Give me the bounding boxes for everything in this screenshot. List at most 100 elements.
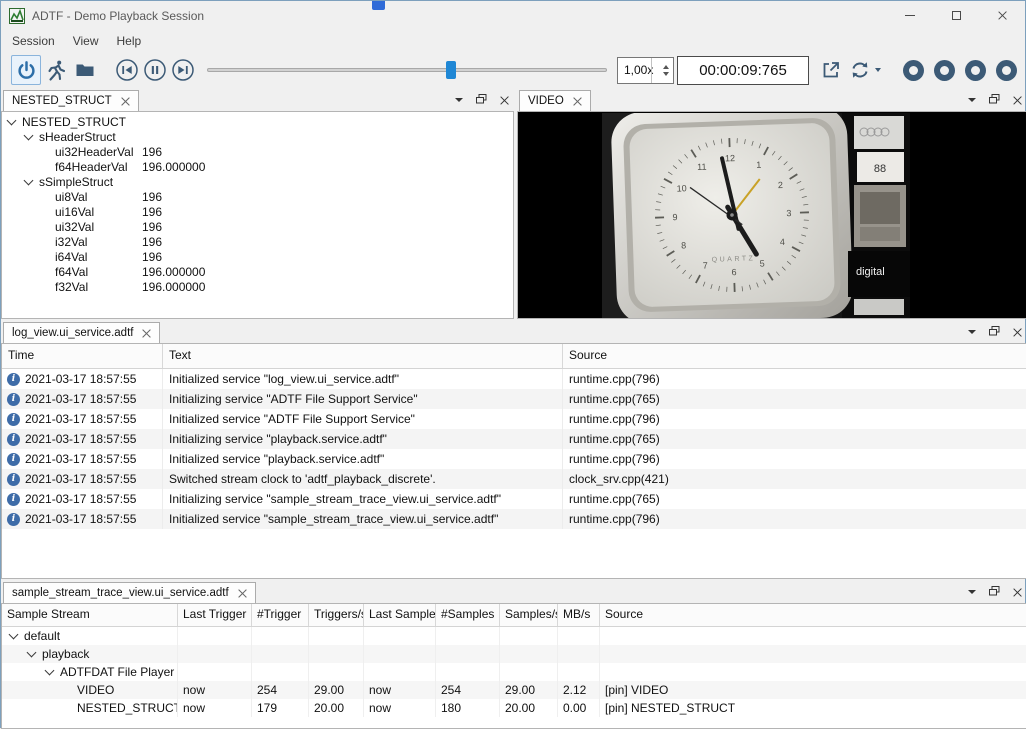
menu-help[interactable]: Help (108, 32, 151, 50)
pause-button[interactable] (141, 56, 169, 84)
tree-row[interactable]: i64Val196 (2, 249, 513, 264)
panel-float-icon[interactable] (989, 585, 1000, 599)
panel-float-icon[interactable] (989, 93, 1000, 107)
log-row[interactable]: i2021-03-17 18:57:55Initialized service … (2, 509, 1026, 529)
panel-close-icon[interactable] (1013, 588, 1022, 597)
play-to-end-button[interactable] (169, 56, 197, 84)
menu-session[interactable]: Session (3, 32, 64, 50)
open-folder-button[interactable] (71, 56, 99, 84)
trace-row[interactable]: ADTFDAT File Player (2, 663, 1026, 681)
tree-row[interactable]: f32Val196.000000 (2, 279, 513, 294)
svg-text:8: 8 (681, 240, 686, 250)
panel-menu-icon[interactable] (968, 330, 976, 334)
tree-row[interactable]: ui16Val196 (2, 204, 513, 219)
expander-icon[interactable] (9, 630, 19, 640)
tab-nested-struct[interactable]: NESTED_STRUCT (3, 90, 139, 111)
trace-column-header[interactable]: Last Sample (364, 604, 436, 626)
panel-float-icon[interactable] (989, 325, 1000, 339)
trace-column-header[interactable]: Source (600, 604, 1026, 626)
time-display[interactable]: 00:00:09:765 (677, 56, 809, 85)
tree-row[interactable]: NESTED_STRUCT (2, 114, 513, 129)
run-button[interactable] (43, 56, 71, 84)
log-row[interactable]: i2021-03-17 18:57:55Initializing service… (2, 429, 1026, 449)
panel-nested-struct: NESTED_STRUCT NESTED_STRUCTsHeaderStruct… (1, 89, 514, 319)
playback-slider[interactable] (207, 60, 607, 80)
tab-close-icon[interactable] (142, 329, 151, 338)
log-row[interactable]: i2021-03-17 18:57:55Initialized service … (2, 409, 1026, 429)
expander-icon[interactable] (45, 666, 55, 676)
log-row[interactable]: i2021-03-17 18:57:55Initialized service … (2, 449, 1026, 469)
skip-to-start-button[interactable] (113, 56, 141, 84)
log-text: Initialized service "log_view.ui_service… (163, 369, 563, 389)
tab-video[interactable]: VIDEO (519, 90, 591, 111)
panel-float-icon[interactable] (476, 93, 487, 107)
marker-button-4[interactable] (996, 60, 1017, 81)
tree-row[interactable]: sHeaderStruct (2, 129, 513, 144)
power-button[interactable] (11, 55, 41, 85)
tab-close-icon[interactable] (573, 97, 582, 106)
trace-column-header[interactable]: MB/s (558, 604, 600, 626)
trace-row[interactable]: default (2, 627, 1026, 645)
tab-log-view[interactable]: log_view.ui_service.adtf (3, 322, 160, 343)
trace-column-header[interactable]: #Trigger (252, 604, 309, 626)
tree-row[interactable]: i32Val196 (2, 234, 513, 249)
log-row[interactable]: i2021-03-17 18:57:55Switched stream cloc… (2, 469, 1026, 489)
trace-column-header[interactable]: #Samples (436, 604, 500, 626)
expander-icon[interactable] (24, 175, 34, 185)
spin-up-icon[interactable] (663, 65, 669, 69)
trace-column-header[interactable]: Sample Stream (2, 604, 178, 626)
trace-column-header[interactable]: Triggers/s (309, 604, 364, 626)
tab-trace-view[interactable]: sample_stream_trace_view.ui_service.adtf (3, 582, 256, 603)
tree-row[interactable]: ui32HeaderVal196 (2, 144, 513, 159)
log-row[interactable]: i2021-03-17 18:57:55Initializing service… (2, 489, 1026, 509)
tree-row[interactable]: ui8Val196 (2, 189, 513, 204)
expander-icon[interactable] (7, 115, 17, 125)
expander-icon[interactable] (27, 648, 37, 658)
loop-button[interactable] (849, 60, 881, 80)
panel-close-icon[interactable] (1013, 328, 1022, 337)
marker-button-1[interactable] (903, 60, 924, 81)
log-column-header[interactable]: Time (2, 344, 163, 368)
spin-down-icon[interactable] (663, 72, 669, 76)
tree-row[interactable]: sSimpleStruct (2, 174, 513, 189)
log-column-header[interactable]: Source (563, 344, 1026, 368)
svg-text:10: 10 (676, 183, 686, 193)
tab-close-icon[interactable] (238, 589, 247, 598)
panel-menu-icon[interactable] (455, 98, 463, 102)
tree-row[interactable]: ui32Val196 (2, 219, 513, 234)
log-column-header[interactable]: Text (163, 344, 563, 368)
trace-row[interactable]: playback (2, 645, 1026, 663)
marker-button-2[interactable] (934, 60, 955, 81)
trace-row[interactable]: NESTED_STRUCTnow17920.00now18020.000.00[… (2, 699, 1026, 717)
playback-slider-track[interactable] (207, 68, 607, 72)
speed-spin-buttons[interactable] (651, 58, 673, 83)
minimize-button[interactable] (887, 1, 933, 30)
open-external-button[interactable] (817, 56, 845, 84)
loop-dropdown-icon[interactable] (875, 68, 881, 72)
trace-column-header[interactable]: Last Trigger (178, 604, 252, 626)
tab-close-icon[interactable] (121, 97, 130, 106)
log-table: TimeTextSource i2021-03-17 18:57:55Initi… (1, 343, 1026, 579)
expander-icon[interactable] (24, 130, 34, 140)
open-external-icon (821, 60, 841, 80)
panel-menu-icon[interactable] (968, 590, 976, 594)
panel-close-icon[interactable] (500, 96, 509, 105)
tree-row[interactable]: f64Val196.000000 (2, 264, 513, 279)
trace-column-header[interactable]: Samples/s (500, 604, 558, 626)
menu-view[interactable]: View (64, 32, 108, 50)
log-row[interactable]: i2021-03-17 18:57:55Initialized service … (2, 369, 1026, 389)
log-row[interactable]: i2021-03-17 18:57:55Initializing service… (2, 389, 1026, 409)
tree-value: 196.000000 (142, 280, 205, 294)
close-button[interactable] (979, 1, 1025, 30)
trace-row[interactable]: VIDEOnow25429.00now25429.002.12[pin] VID… (2, 681, 1026, 699)
panel-close-icon[interactable] (1013, 96, 1022, 105)
tree-row[interactable]: f64HeaderVal196.000000 (2, 159, 513, 174)
panel-menu-icon[interactable] (968, 98, 976, 102)
speed-spinbox[interactable]: 1,00x (617, 57, 674, 84)
tree-label: ui16Val (55, 205, 94, 219)
maximize-button[interactable] (933, 1, 979, 30)
marker-button-3[interactable] (965, 60, 986, 81)
titlebar[interactable]: ADTF - Demo Playback Session (1, 1, 1025, 30)
playback-slider-handle[interactable] (446, 61, 456, 79)
trace-cell (558, 645, 600, 663)
